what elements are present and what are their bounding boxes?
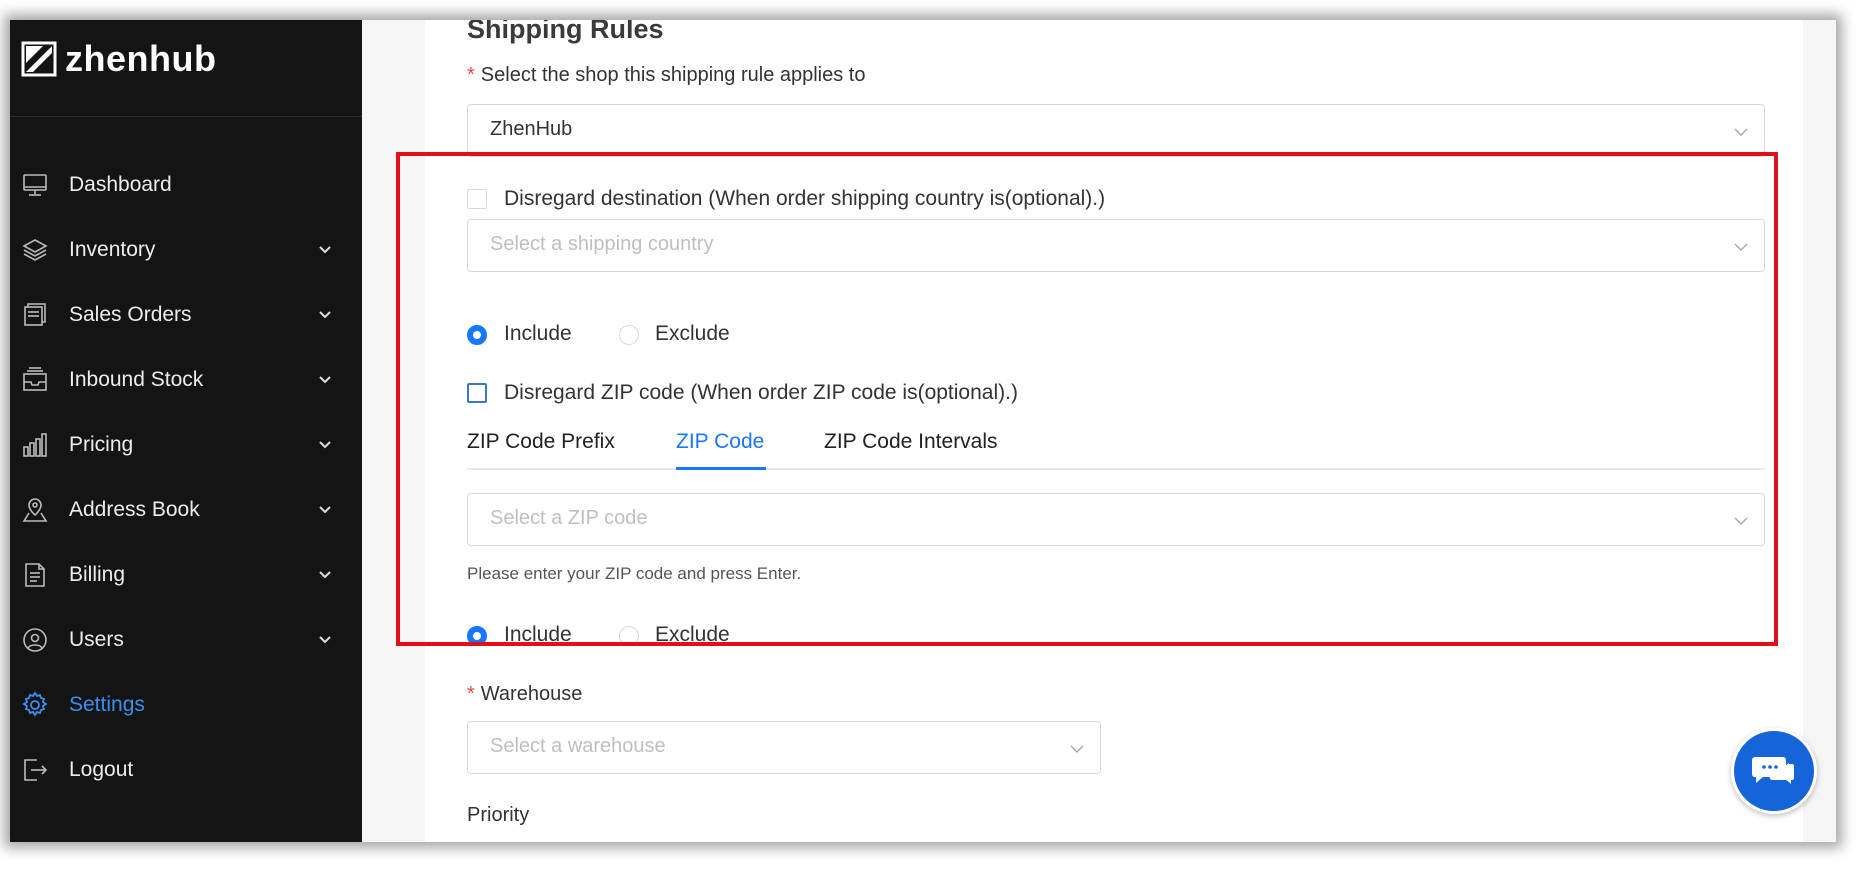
logo[interactable]: zhenhub bbox=[21, 34, 216, 84]
sidebar-item-sales-orders[interactable]: Sales Orders bbox=[10, 288, 362, 342]
zip-include-radio[interactable] bbox=[467, 626, 487, 646]
chat-icon bbox=[1751, 757, 1796, 789]
required-marker: * bbox=[467, 683, 475, 705]
zip-exclude-label: Exclude bbox=[655, 623, 730, 646]
sidebar-item-label: Logout bbox=[69, 758, 134, 781]
sidebar-item-label: Inbound Stock bbox=[69, 368, 204, 391]
section-title: Shipping Rules bbox=[467, 20, 664, 44]
tab-zip-code-prefix[interactable]: ZIP Code Prefix bbox=[467, 430, 615, 454]
sidebar-item-inbound-stock[interactable]: Inbound Stock bbox=[10, 353, 362, 407]
tab-zip-code[interactable]: ZIP Code bbox=[676, 430, 764, 454]
sidebar-item-label: Users bbox=[69, 628, 124, 651]
destination-include-label: Include bbox=[504, 322, 572, 345]
sidebar-divider bbox=[10, 116, 362, 117]
tabs-divider bbox=[467, 468, 1765, 470]
gear-icon bbox=[21, 691, 49, 719]
disregard-zip-label: Disregard ZIP code (When order ZIP code … bbox=[504, 381, 1018, 404]
logo-text: zhenhub bbox=[65, 38, 217, 79]
chevron-down-icon bbox=[1734, 128, 1748, 137]
sidebar-item-inventory[interactable]: Inventory bbox=[10, 223, 362, 277]
chevron-down-icon bbox=[1734, 243, 1748, 252]
chevron-down-icon bbox=[319, 441, 331, 449]
monitor-icon bbox=[21, 171, 49, 199]
chevron-down-icon bbox=[1070, 745, 1084, 754]
sidebar-item-label: Settings bbox=[69, 693, 145, 716]
folder-icon bbox=[21, 301, 49, 329]
shop-label-text: Select the shop this shipping rule appli… bbox=[480, 64, 866, 86]
warehouse-label: * Warehouse bbox=[467, 683, 582, 706]
chat-button[interactable] bbox=[1731, 728, 1817, 814]
chevron-down-icon bbox=[1734, 517, 1748, 526]
tab-zip-code-intervals[interactable]: ZIP Code Intervals bbox=[824, 430, 998, 454]
priority-label: Priority bbox=[467, 804, 530, 826]
chevron-down-icon bbox=[319, 246, 331, 254]
sidebar-item-address-book[interactable]: Address Book bbox=[10, 483, 362, 537]
warehouse-placeholder: Select a warehouse bbox=[490, 735, 666, 757]
shop-select-value: ZhenHub bbox=[490, 118, 573, 140]
sidebar-item-users[interactable]: Users bbox=[10, 613, 362, 667]
app-window: zhenhub Dashboard Inventory Sales Orders bbox=[10, 20, 1836, 842]
chevron-down-icon bbox=[319, 506, 331, 514]
disregard-zip-checkbox[interactable] bbox=[467, 383, 487, 403]
warehouse-select[interactable]: Select a warehouse bbox=[467, 721, 1101, 774]
main-content: Shipping Rules * Select the shop this shi… bbox=[362, 20, 1836, 842]
bar-chart-icon bbox=[21, 431, 49, 459]
zip-exclude-radio[interactable] bbox=[619, 626, 639, 646]
sidebar-item-pricing[interactable]: Pricing bbox=[10, 418, 362, 472]
zip-code-select[interactable]: Select a ZIP code bbox=[467, 493, 1765, 546]
sidebar-item-label: Address Book bbox=[69, 498, 200, 521]
logout-icon bbox=[21, 756, 49, 784]
sidebar: zhenhub Dashboard Inventory Sales Orders bbox=[10, 20, 362, 842]
sidebar-item-label: Inventory bbox=[69, 238, 156, 261]
shop-select[interactable]: ZhenHub bbox=[467, 104, 1765, 157]
sidebar-item-billing[interactable]: Billing bbox=[10, 548, 362, 602]
zip-code-placeholder: Select a ZIP code bbox=[490, 507, 648, 529]
sidebar-item-logout[interactable]: Logout bbox=[10, 743, 362, 797]
shipping-country-placeholder: Select a shipping country bbox=[490, 233, 714, 255]
shop-label: * Select the shop this shipping rule appl… bbox=[467, 64, 865, 87]
map-pin-icon bbox=[21, 496, 49, 524]
destination-exclude-radio[interactable] bbox=[619, 325, 639, 345]
destination-exclude-label: Exclude bbox=[655, 322, 730, 345]
inbox-icon bbox=[21, 366, 49, 394]
layers-icon bbox=[21, 236, 49, 264]
sidebar-item-label: Pricing bbox=[69, 433, 134, 456]
logo-icon bbox=[21, 41, 57, 77]
zip-help-text: Please enter your ZIP code and press Ent… bbox=[467, 564, 802, 583]
required-marker: * bbox=[467, 64, 475, 86]
sidebar-item-label: Sales Orders bbox=[69, 303, 192, 326]
chevron-down-icon bbox=[319, 636, 331, 644]
warehouse-label-text: Warehouse bbox=[480, 683, 583, 705]
destination-include-radio[interactable] bbox=[467, 325, 487, 345]
document-icon bbox=[21, 561, 49, 589]
disregard-destination-checkbox[interactable] bbox=[467, 189, 487, 209]
shipping-country-select[interactable]: Select a shipping country bbox=[467, 219, 1765, 272]
chevron-down-icon bbox=[319, 376, 331, 384]
sidebar-item-dashboard[interactable]: Dashboard bbox=[10, 158, 362, 212]
disregard-destination-label: Disregard destination (When order shippi… bbox=[504, 187, 1106, 210]
shipping-rules-card: Shipping Rules * Select the shop this shi… bbox=[425, 20, 1803, 842]
sidebar-item-settings[interactable]: Settings bbox=[10, 678, 362, 732]
chevron-down-icon bbox=[319, 571, 331, 579]
globe-user-icon bbox=[21, 626, 49, 654]
sidebar-item-label: Dashboard bbox=[69, 173, 172, 196]
chevron-down-icon bbox=[319, 311, 331, 319]
active-tab-indicator bbox=[676, 467, 766, 470]
sidebar-item-label: Billing bbox=[69, 563, 126, 586]
zip-include-label: Include bbox=[504, 623, 572, 646]
